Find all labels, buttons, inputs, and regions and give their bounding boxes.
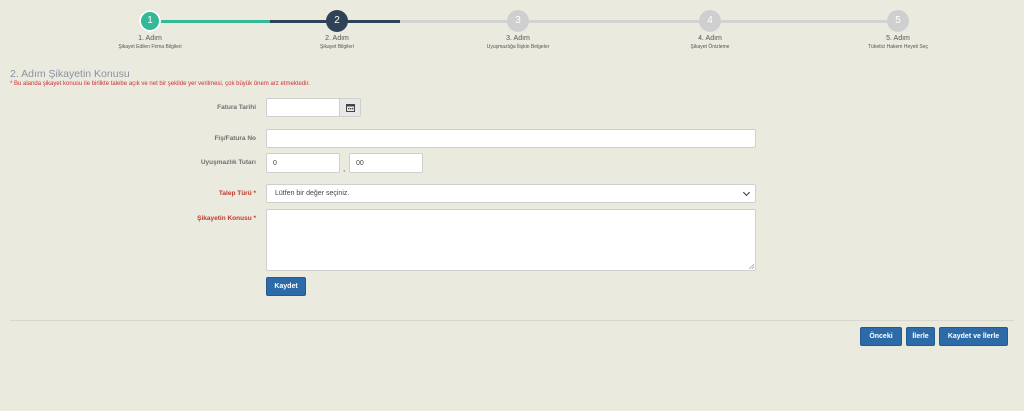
step-label: Şikayet Bilgileri (320, 44, 354, 50)
amount-whole-input[interactable]: 0 (266, 153, 340, 173)
step-circle: 2 (326, 10, 348, 32)
calendar-button[interactable] (339, 98, 361, 117)
wizard-step-3[interactable]: 3 3. Adım Uyuşmazlığa İlişkin Belgeler (438, 10, 598, 50)
next-button[interactable]: İlerle (906, 327, 935, 346)
invoice-number-input[interactable] (266, 129, 756, 148)
step-circle: 4 (699, 10, 721, 32)
step-circle: 3 (507, 10, 529, 32)
request-type-value: Lütfen bir değer seçiniz. (275, 190, 350, 197)
wizard-step-4[interactable]: 4 4. Adım Şikayet Önizleme (630, 10, 790, 50)
section-title: 2. Adım Şikayetin Konusu (10, 68, 130, 80)
step-label: Tüketici Hakem Heyeti Seç (867, 44, 929, 50)
step-number: 3. Adım (506, 35, 530, 42)
wizard-step-1[interactable]: 1 1. Adım Şikayet Edilen Firma Bilgileri (70, 10, 230, 50)
previous-button[interactable]: Önceki (860, 327, 902, 346)
step-circle: 5 (887, 10, 909, 32)
subject-label: Şikayetin Konusu * (197, 215, 256, 222)
invoice-date-label: Fatura Tarihi (217, 104, 256, 111)
request-type-select[interactable]: Lütfen bir değer seçiniz. (266, 184, 756, 203)
step-label: Uyuşmazlığa İlişkin Belgeler (486, 44, 550, 50)
wizard-step-5[interactable]: 5 5. Adım Tüketici Hakem Heyeti Seç (818, 10, 978, 50)
step-number: 5. Adım (886, 35, 910, 42)
step-number: 4. Adım (698, 35, 722, 42)
resize-handle-icon[interactable] (749, 264, 754, 269)
subject-textarea[interactable] (266, 209, 756, 271)
wizard-progress: 1 1. Adım Şikayet Edilen Firma Bilgileri… (0, 0, 1024, 60)
calendar-icon (345, 104, 355, 112)
amount-fraction-input[interactable]: 00 (349, 153, 423, 173)
step-circle: 1 (139, 10, 161, 32)
divider (10, 320, 1014, 321)
wizard-step-2[interactable]: 2 2. Adım Şikayet Bilgileri (257, 10, 417, 50)
step-number: 2. Adım (325, 35, 349, 42)
request-type-label: Talep Türü * (218, 190, 256, 197)
step-label: Şikayet Önizleme (690, 44, 730, 50)
save-button[interactable]: Kaydet (266, 277, 306, 296)
step-number: 1. Adım (138, 35, 162, 42)
invoice-date-input[interactable] (266, 98, 340, 117)
required-notice: * Bu alanda şikayet konusu ile birlikte … (10, 81, 310, 87)
save-and-next-button[interactable]: Kaydet ve İlerle (939, 327, 1008, 346)
amount-separator: , (343, 164, 346, 173)
chevron-down-icon (742, 188, 751, 197)
step-label: Şikayet Edilen Firma Bilgileri (118, 44, 182, 50)
amount-label: Uyuşmazlık Tutarı (200, 159, 256, 166)
invoice-number-label: Fiş/Fatura No (214, 135, 256, 142)
